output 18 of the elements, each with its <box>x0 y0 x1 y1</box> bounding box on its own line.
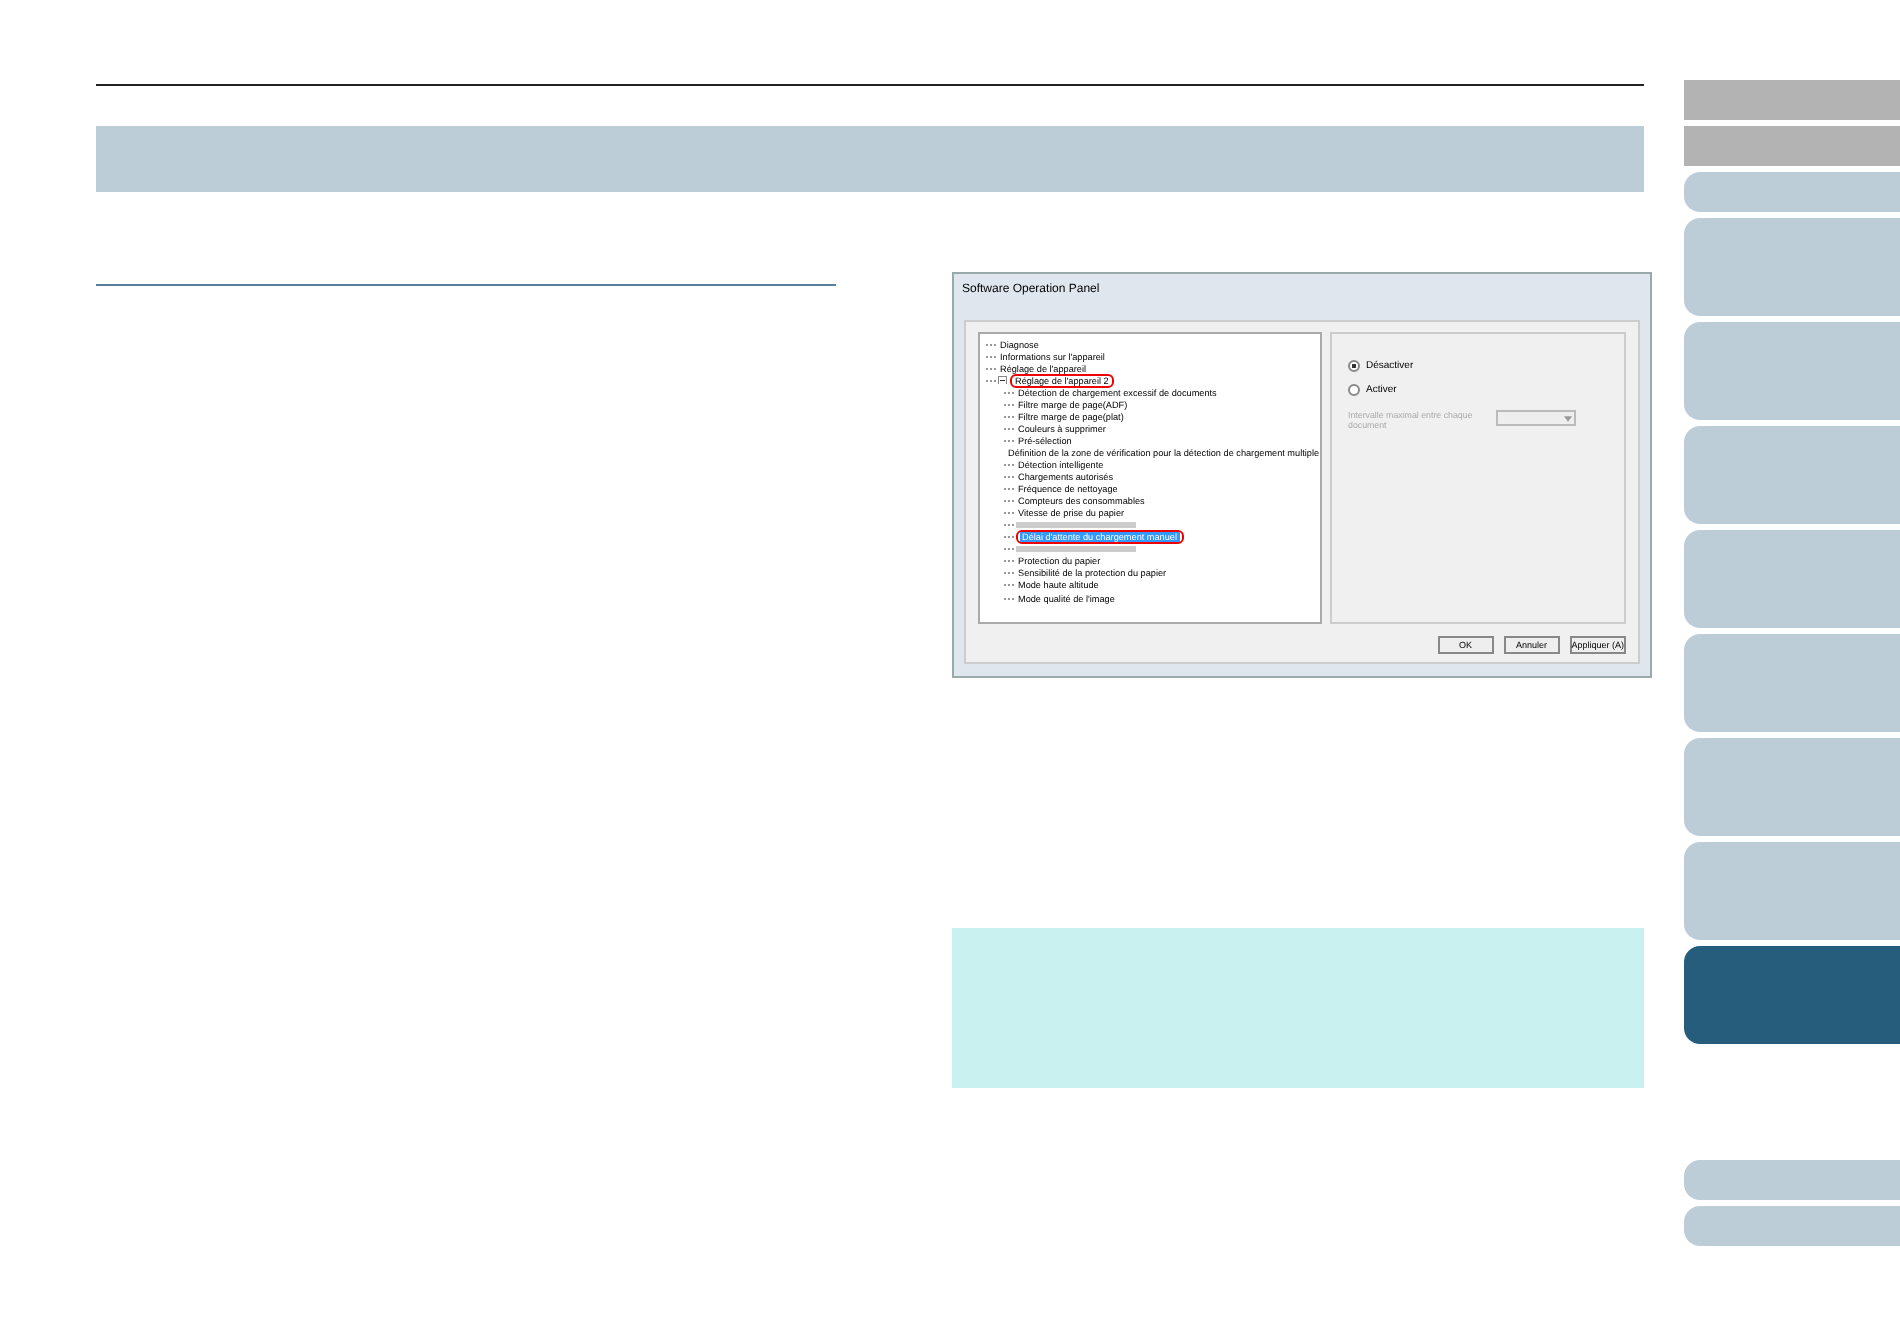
chapter-tab[interactable] <box>1684 426 1900 524</box>
chapter-tab[interactable] <box>1684 218 1900 316</box>
minus-box-icon[interactable] <box>998 375 1007 385</box>
dropdown[interactable] <box>1496 410 1576 426</box>
radio-button[interactable] <box>1348 384 1360 396</box>
chapter-tab[interactable] <box>1684 172 1900 212</box>
chapter-tab[interactable] <box>1684 738 1900 836</box>
chapter-tab[interactable] <box>1684 634 1900 732</box>
chapter-tab[interactable] <box>1684 322 1900 420</box>
chapter-tab[interactable] <box>1684 1160 1900 1200</box>
chapter-tab[interactable] <box>1684 946 1900 1044</box>
chapter-tab[interactable] <box>1684 530 1900 628</box>
chapter-tab[interactable] <box>1684 80 1900 120</box>
caret-icon <box>1564 415 1572 421</box>
radio-button[interactable] <box>1348 360 1360 372</box>
chapter-tab[interactable] <box>1684 1206 1900 1246</box>
chapter-tab[interactable] <box>1684 126 1900 166</box>
chapter-tab[interactable] <box>1684 842 1900 940</box>
